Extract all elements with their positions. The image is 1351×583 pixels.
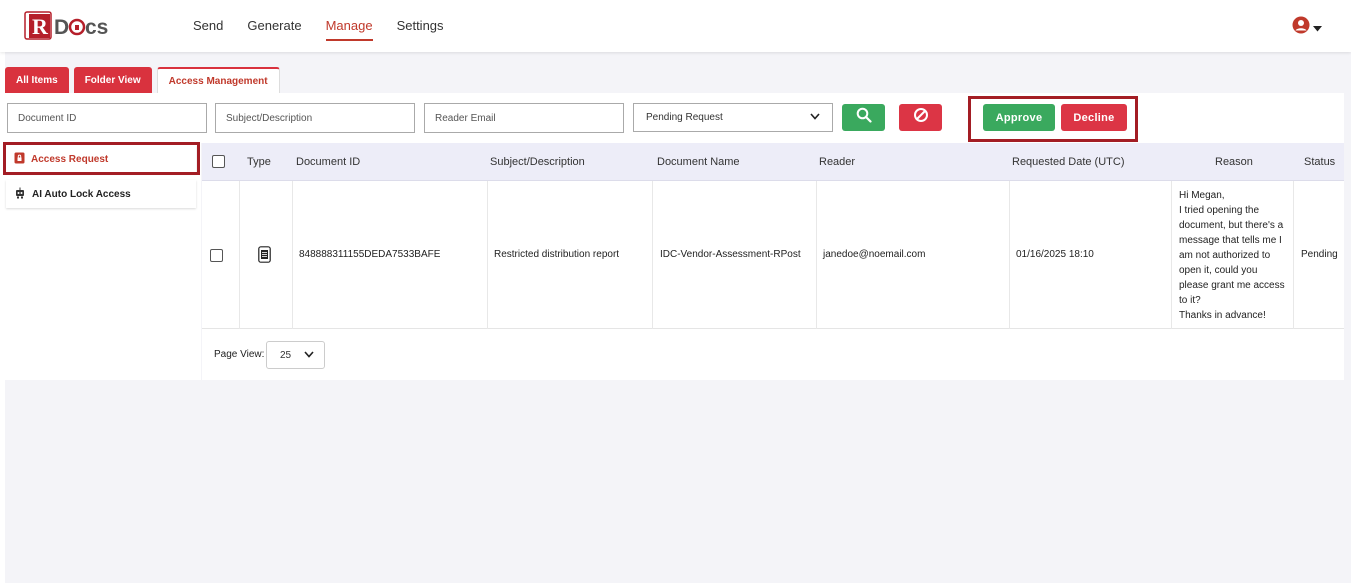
decline-button[interactable]: Decline [1061, 104, 1127, 131]
sidebar-item-label: AI Auto Lock Access [32, 188, 131, 200]
sidebar-item-ai-auto-lock[interactable]: AI Auto Lock Access [6, 180, 196, 208]
chevron-down-icon [304, 350, 314, 361]
cell-document-name: IDC-Vendor-Assessment-RPost [660, 249, 801, 260]
search-button[interactable] [842, 104, 885, 131]
reason-line: Hi Megan, [1179, 190, 1225, 201]
select-all-checkbox[interactable] [212, 155, 225, 168]
col-header-requested-date[interactable]: Requested Date (UTC) [1012, 156, 1125, 168]
access-sidebar [5, 143, 201, 380]
reason-line: I tried opening the [1179, 205, 1260, 216]
col-header-subject[interactable]: Subject/Description [490, 156, 585, 168]
chevron-down-icon [810, 112, 820, 123]
reason-line: message that tells me I [1179, 235, 1282, 246]
cell-reason: Hi Megan, I tried opening the document, … [1179, 188, 1291, 323]
rdocs-logo[interactable]: R D cs [24, 11, 124, 41]
status-select-value: Pending Request [646, 112, 723, 123]
row-checkbox[interactable] [210, 249, 223, 262]
column-divider [239, 181, 240, 329]
cell-subject: Restricted distribution report [494, 249, 620, 260]
document-id-input[interactable]: Document ID [7, 103, 207, 133]
reason-line: open it, could you [1179, 265, 1258, 276]
col-header-type[interactable]: Type [247, 156, 271, 168]
col-header-status[interactable]: Status [1304, 156, 1335, 168]
nav-generate[interactable]: Generate [247, 18, 301, 41]
col-header-reason[interactable]: Reason [1215, 156, 1253, 168]
reason-line: please grant me access [1179, 280, 1285, 291]
nav-send[interactable]: Send [193, 18, 223, 41]
clear-filter-button[interactable] [899, 104, 942, 131]
svg-text:R: R [32, 14, 49, 39]
reason-line: document, but there's a [1179, 220, 1284, 231]
nav-manage[interactable]: Manage [325, 18, 373, 41]
column-divider [1293, 181, 1294, 329]
approve-button[interactable]: Approve [983, 104, 1055, 131]
search-icon [856, 107, 872, 128]
user-menu[interactable] [1292, 16, 1322, 39]
page-view-value: 25 [280, 349, 292, 361]
column-divider [1171, 181, 1172, 329]
tab-all-items[interactable]: All Items [5, 67, 69, 93]
status-select[interactable]: Pending Request [633, 103, 833, 132]
column-divider [292, 181, 293, 329]
table-header: Type Document ID Subject/Description Doc… [202, 143, 1344, 181]
reason-line: am not authorized to [1179, 250, 1271, 261]
col-header-reader[interactable]: Reader [819, 156, 855, 168]
cell-reader: janedoe@noemail.com [823, 249, 926, 260]
page-view-select[interactable]: 25 [266, 341, 325, 369]
reason-line: Thanks in advance! [1179, 310, 1266, 321]
cell-status: Pending [1301, 249, 1338, 260]
page-view-label: Page View: [214, 349, 265, 360]
nav-settings[interactable]: Settings [397, 18, 444, 41]
svg-text:D: D [54, 16, 69, 39]
main-nav: Send Generate Manage Settings [193, 18, 468, 41]
column-divider [816, 181, 817, 329]
user-avatar-icon [1292, 16, 1310, 39]
ban-icon [913, 107, 929, 128]
column-divider [487, 181, 488, 329]
subject-input[interactable]: Subject/Description [215, 103, 415, 133]
view-tabs: All Items Folder View Access Management [5, 67, 285, 94]
tab-folder-view[interactable]: Folder View [73, 67, 152, 93]
svg-text:cs: cs [85, 16, 108, 39]
tab-access-management[interactable]: Access Management [156, 67, 280, 94]
top-navbar: R D cs Send Generate Manage Settings [0, 0, 1351, 52]
column-divider [652, 181, 653, 329]
access-request-highlight [3, 142, 200, 175]
column-divider [1009, 181, 1010, 329]
reason-line: to it? [1179, 295, 1201, 306]
document-icon [258, 246, 271, 266]
cell-document-id: 848888311155DEDA7533BAFE [299, 249, 441, 260]
reader-email-input[interactable]: Reader Email [424, 103, 624, 133]
caret-down-icon [1313, 19, 1322, 37]
col-header-document-id[interactable]: Document ID [296, 156, 360, 168]
robot-icon [14, 187, 26, 202]
col-header-document-name[interactable]: Document Name [657, 156, 740, 168]
cell-requested-date: 01/16/2025 18:10 [1016, 249, 1094, 260]
